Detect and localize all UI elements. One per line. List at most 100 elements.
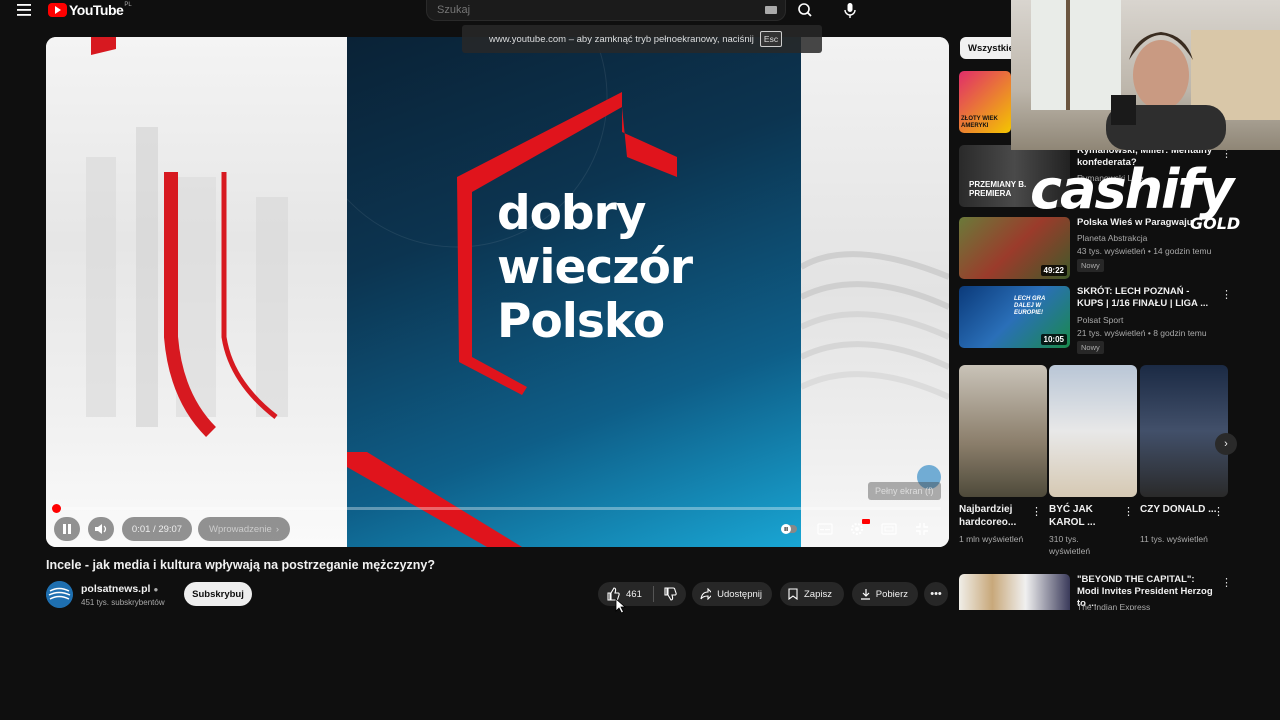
short-title[interactable]: CZY DONALD ... <box>1140 503 1220 516</box>
rec-thumb-text: LECH GRA DALEJ W EUROPIE! <box>1014 296 1046 316</box>
blurred-left-fill <box>46 37 347 547</box>
short-views: 1 mln wyświetleń <box>959 534 1024 544</box>
scrubber-handle[interactable] <box>51 504 61 513</box>
rec-meta: 21 tys. wyświetleń • 8 godzin temu <box>1077 328 1207 338</box>
frame-title: dobry wieczór Polsko <box>497 186 693 349</box>
logo-text: YouTube <box>69 2 124 18</box>
rec-duration: 49:22 <box>1040 265 1067 276</box>
share-icon <box>700 588 712 600</box>
chevron-right-icon: › <box>1224 438 1228 450</box>
recommendation-item[interactable]: 49:22 Polska Wieś w Paragwaju Planeta Ab… <box>959 217 1229 279</box>
subtitles-button[interactable] <box>814 518 836 540</box>
search-icon[interactable] <box>795 1 815 19</box>
youtube-watch-page: YouTube PL Szukaj dobry wieczór Polsko 0… <box>0 0 1280 720</box>
video-frame: dobry wieczór Polsko <box>347 37 801 547</box>
download-label: Pobierz <box>875 588 908 600</box>
video-player[interactable]: dobry wieczór Polsko 0:01 / 29:07 Wprowa… <box>46 37 949 547</box>
rec-meta: 43 tys. wyświetleń • 14 godzin temu <box>1077 246 1212 256</box>
kebab-menu-icon[interactable]: ⋮ <box>1213 505 1224 518</box>
short-thumbnail[interactable] <box>1049 365 1137 497</box>
theater-mode-button[interactable] <box>878 518 900 540</box>
like-count: 461 <box>626 588 642 600</box>
short-title[interactable]: BYĆ JAK KAROL ... <box>1049 503 1129 529</box>
save-label: Zapisz <box>804 588 832 600</box>
theater-icon <box>881 523 897 535</box>
settings-button[interactable] <box>846 518 870 540</box>
keyboard-icon[interactable] <box>765 6 777 14</box>
search-box <box>426 0 786 21</box>
youtube-logo[interactable]: YouTube PL <box>48 2 132 18</box>
hd-badge-icon <box>862 519 870 524</box>
mouse-cursor-icon <box>615 598 627 614</box>
esc-key: Esc <box>759 31 783 47</box>
short-views: 11 tys. wyświetleń <box>1140 534 1208 544</box>
fullscreen-hint-text: www.youtube.com – aby zamknąć tryb pełno… <box>489 33 754 45</box>
progress-bar[interactable] <box>51 504 941 513</box>
blurred-right-fill <box>799 37 949 547</box>
chapter-button[interactable]: Wprowadzenie › <box>198 517 290 541</box>
chapter-label: Wprowadzenie <box>208 523 272 535</box>
cashify-overlay-sub: GOLD <box>1190 214 1241 233</box>
frame-title-line: dobry <box>497 186 646 241</box>
rec-thumbnail[interactable]: 49:22 <box>959 217 1070 279</box>
rec-channel[interactable]: The Indian Express <box>1077 602 1150 610</box>
kebab-menu-icon[interactable]: ⋮ <box>1221 576 1229 589</box>
left-graphic <box>86 37 288 437</box>
frame-title-line: Polsko <box>497 294 665 349</box>
exit-fullscreen-button[interactable] <box>911 518 933 540</box>
kebab-menu-icon[interactable]: ⋮ <box>1123 505 1134 518</box>
pause-button[interactable] <box>54 517 80 541</box>
rec-channel[interactable]: Polsat Sport <box>1077 315 1123 325</box>
youtube-play-icon <box>48 3 67 17</box>
share-label: Udostępnij <box>717 588 762 600</box>
rec-thumbnail[interactable]: ZŁOTY WIEK AMERYKI <box>959 71 1011 133</box>
rec-thumb-text: ZŁOTY WIEK AMERYKI <box>961 116 998 129</box>
video-title: Incele - jak media i kultura wpływają na… <box>46 558 436 572</box>
subscriber-count: 451 tys. subskrybentów <box>81 598 165 607</box>
subscribe-button[interactable]: Subskrybuj <box>184 582 252 606</box>
channel-name-row[interactable]: polsatnews.pl ● <box>81 583 158 595</box>
microphone-icon[interactable] <box>840 0 860 20</box>
rec-channel[interactable]: Planeta Abstrakcja <box>1077 233 1147 243</box>
subtitles-icon <box>817 523 833 535</box>
short-thumbnail[interactable] <box>1140 365 1228 497</box>
shorts-shelf: Najbardziej hardcoreo... 1 mln wyświetle… <box>959 365 1229 565</box>
save-button[interactable]: Zapisz <box>780 582 844 606</box>
chevron-right-icon: › <box>275 523 279 535</box>
like-divider <box>653 586 654 602</box>
pause-icon <box>63 524 71 534</box>
webcam-overlay <box>1011 0 1280 150</box>
more-horizontal-icon: ••• <box>930 588 942 600</box>
more-actions-button[interactable]: ••• <box>924 582 948 606</box>
download-button[interactable]: Pobierz <box>852 582 918 606</box>
short-title[interactable]: Najbardziej hardcoreo... <box>959 503 1039 529</box>
verified-icon: ● <box>153 585 159 594</box>
rec-duration: 10:05 <box>1040 334 1067 345</box>
rec-thumbnail[interactable]: LECH GRA DALEJ W EUROPIE! 10:05 <box>959 286 1070 348</box>
hamburger-menu-icon[interactable] <box>17 4 31 16</box>
channel-avatar[interactable] <box>46 581 73 608</box>
right-graphic <box>799 251 949 489</box>
cashify-overlay-logo: cashify <box>1030 158 1234 221</box>
search-input[interactable] <box>437 4 737 16</box>
rec-title[interactable]: SKRÓT: LECH POZNAŃ - KUPS | 1/16 FINAŁU … <box>1077 286 1217 310</box>
recommendation-item[interactable]: LECH GRA DALEJ W EUROPIE! 10:05 SKRÓT: L… <box>959 286 1232 354</box>
rec-thumb-text: PRZEMIANY B. PREMIERA <box>969 180 1027 198</box>
channel-name[interactable]: polsatnews.pl <box>81 583 150 595</box>
short-thumbnail[interactable] <box>959 365 1047 497</box>
kebab-menu-icon[interactable]: ⋮ <box>1031 505 1042 518</box>
new-badge: Nowy <box>1077 341 1104 354</box>
exit-fullscreen-icon <box>916 523 928 535</box>
dislike-button[interactable] <box>656 582 684 606</box>
share-button[interactable]: Udostępnij <box>692 582 772 606</box>
autoplay-toggle[interactable] <box>778 518 800 540</box>
shorts-next-button[interactable]: › <box>1215 433 1237 455</box>
rec-thumbnail[interactable] <box>959 574 1070 610</box>
recommendation-item[interactable]: "BEYOND THE CAPITAL": Modi Invites Presi… <box>959 574 1229 610</box>
volume-button[interactable] <box>88 517 114 541</box>
time-display: 0:01 / 29:07 <box>122 517 192 541</box>
frame-title-line: wieczór <box>497 240 693 295</box>
webcam-scene <box>1031 0 1280 150</box>
kebab-menu-icon[interactable]: ⋮ <box>1221 288 1232 301</box>
new-badge: Nowy <box>1077 259 1104 272</box>
